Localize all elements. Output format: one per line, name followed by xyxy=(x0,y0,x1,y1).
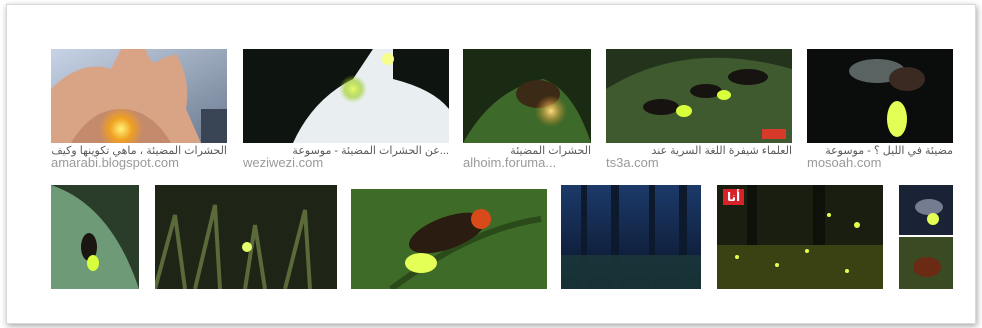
image-result-10[interactable]: أنا xyxy=(717,185,883,289)
image-result-9[interactable] xyxy=(561,185,701,289)
thumbnail-firefly-on-stem[interactable] xyxy=(351,189,547,289)
image-result-6[interactable] xyxy=(51,185,139,289)
thumbnail-firefly-leaf-closeup[interactable] xyxy=(51,185,139,289)
image-result-1[interactable]: الحشرات المضيئة ، ماهي تكوينها وكيف amar… xyxy=(51,49,227,173)
image-result-2[interactable]: ...عن الحشرات المضيئة - موسوعة weziwezi.… xyxy=(243,49,449,173)
image-result-7[interactable] xyxy=(155,185,337,289)
image-result-3[interactable]: الحشرات المضيئة alhoim.foruma... xyxy=(463,49,591,173)
result-source[interactable]: alhoim.foruma... xyxy=(463,156,591,170)
thumbnail-forest-night[interactable] xyxy=(561,185,701,289)
result-source[interactable]: weziwezi.com xyxy=(243,156,449,170)
thumbnail-firefly-fingers[interactable] xyxy=(243,49,449,143)
thumbnail-firefly-dark[interactable] xyxy=(807,49,953,143)
image-result-8[interactable] xyxy=(351,189,547,289)
result-source[interactable]: ts3a.com xyxy=(606,156,792,170)
thumbnail-fireflies-on-leaf[interactable] xyxy=(606,49,792,143)
thumbnail-firefly-on-leaf[interactable] xyxy=(463,49,591,143)
result-source[interactable]: amarabi.blogspot.com xyxy=(51,156,227,170)
thumbnail-grass-glow[interactable] xyxy=(155,185,337,289)
image-result-11[interactable] xyxy=(899,185,953,289)
image-result-4[interactable]: العلماء شيفرة اللغة السرية عند ts3a.com xyxy=(606,49,792,173)
image-result-5[interactable]: مضيئة في الليل ؟ - موسوعة mosoah.com xyxy=(807,49,953,173)
result-source[interactable]: mosoah.com xyxy=(807,156,953,170)
thumbnail-firefly-on-hand[interactable] xyxy=(51,49,227,143)
image-results-panel: الحشرات المضيئة ، ماهي تكوينها وكيف amar… xyxy=(6,4,976,324)
site-logo: أنا xyxy=(723,189,745,205)
thumbnail-firefly-stack[interactable] xyxy=(899,185,953,289)
